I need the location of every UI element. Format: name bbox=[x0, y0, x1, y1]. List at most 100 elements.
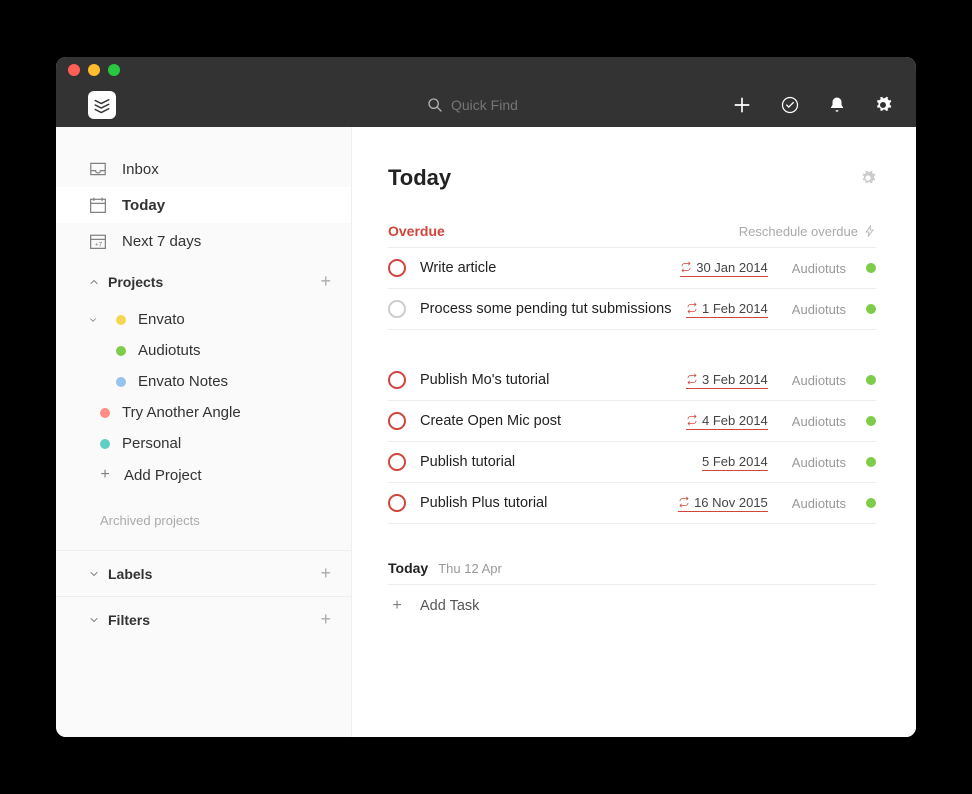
project-label: Personal bbox=[122, 435, 181, 452]
task-due-date[interactable]: 1 Feb 2014 bbox=[686, 301, 768, 318]
today-date: Thu 12 Apr bbox=[438, 561, 502, 576]
sidebar-section-filters[interactable]: Filters + bbox=[56, 596, 351, 642]
task-checkbox[interactable] bbox=[388, 371, 406, 389]
task-title: Create Open Mic post bbox=[420, 413, 672, 429]
sidebar-section-projects[interactable]: Projects + bbox=[56, 259, 351, 304]
recurring-icon bbox=[686, 414, 698, 426]
project-color-dot bbox=[866, 457, 876, 467]
window-titlebar bbox=[56, 57, 916, 83]
project-audiotuts[interactable]: Audiotuts bbox=[56, 335, 351, 366]
task-project-label[interactable]: Audiotuts bbox=[792, 261, 846, 276]
add-project-label: Add Project bbox=[124, 467, 202, 484]
task-row[interactable]: Publish Mo's tutorial 3 Feb 2014 Audiotuts bbox=[388, 360, 876, 401]
task-checkbox[interactable] bbox=[388, 259, 406, 277]
window-maximize-button[interactable] bbox=[108, 64, 120, 76]
sidebar: Inbox Today +7 Next 7 days Projects + bbox=[56, 127, 352, 737]
window-close-button[interactable] bbox=[68, 64, 80, 76]
task-checkbox[interactable] bbox=[388, 412, 406, 430]
recurring-icon bbox=[686, 373, 698, 385]
project-color-dot bbox=[866, 263, 876, 273]
task-row[interactable]: Create Open Mic post 4 Feb 2014 Audiotuts bbox=[388, 401, 876, 442]
nav-next7[interactable]: +7 Next 7 days bbox=[56, 223, 351, 259]
recurring-icon bbox=[686, 302, 698, 314]
project-color-dot bbox=[866, 304, 876, 314]
add-label-icon[interactable]: + bbox=[320, 563, 331, 584]
section-label: Projects bbox=[108, 274, 163, 290]
task-row[interactable]: Publish Plus tutorial 16 Nov 2015 Audiotut… bbox=[388, 483, 876, 524]
task-checkbox[interactable] bbox=[388, 300, 406, 318]
today-section-heading: Today bbox=[388, 560, 428, 576]
svg-text:+7: +7 bbox=[95, 242, 103, 249]
task-due-date[interactable]: 16 Nov 2015 bbox=[678, 495, 768, 512]
task-due-date[interactable]: 4 Feb 2014 bbox=[686, 413, 768, 430]
project-color-dot bbox=[100, 408, 110, 418]
add-project-row[interactable]: + Add Project bbox=[56, 459, 351, 491]
plus-icon: + bbox=[388, 597, 406, 615]
calendar-week-icon: +7 bbox=[88, 232, 108, 250]
app-logo bbox=[88, 91, 116, 119]
recurring-icon bbox=[680, 261, 692, 273]
chevron-down-icon bbox=[88, 568, 108, 580]
project-color-dot bbox=[100, 439, 110, 449]
task-due-date[interactable]: 30 Jan 2014 bbox=[680, 260, 768, 277]
calendar-today-icon bbox=[88, 196, 108, 214]
project-color-dot bbox=[116, 315, 126, 325]
project-label: Try Another Angle bbox=[122, 404, 241, 421]
add-task-icon[interactable] bbox=[732, 95, 752, 115]
nav-inbox[interactable]: Inbox bbox=[56, 151, 351, 187]
task-project-label[interactable]: Audiotuts bbox=[792, 414, 846, 429]
project-color-dot bbox=[866, 416, 876, 426]
reschedule-overdue-button[interactable]: Reschedule overdue bbox=[739, 224, 876, 239]
sidebar-section-labels[interactable]: Labels + bbox=[56, 550, 351, 596]
nav-today[interactable]: Today bbox=[56, 187, 351, 223]
search-input[interactable] bbox=[451, 97, 591, 113]
settings-icon[interactable] bbox=[874, 96, 892, 114]
project-personal[interactable]: Personal bbox=[56, 428, 351, 459]
task-title: Process some pending tut submissions bbox=[420, 301, 672, 317]
nav-label: Today bbox=[122, 197, 165, 214]
section-label: Filters bbox=[108, 612, 150, 628]
archived-projects[interactable]: Archived projects bbox=[56, 491, 351, 550]
task-project-label[interactable]: Audiotuts bbox=[792, 302, 846, 317]
task-checkbox[interactable] bbox=[388, 494, 406, 512]
task-row[interactable]: Process some pending tut submissions 1 Fe… bbox=[388, 289, 876, 330]
task-project-label[interactable]: Audiotuts bbox=[792, 373, 846, 388]
main-content: Today Overdue Reschedule overdue Write a… bbox=[352, 127, 916, 737]
add-task-label: Add Task bbox=[420, 598, 479, 614]
task-checkbox[interactable] bbox=[388, 453, 406, 471]
project-color-dot bbox=[116, 377, 126, 387]
add-task-row[interactable]: + Add Task bbox=[388, 585, 876, 627]
nav-label: Next 7 days bbox=[122, 233, 201, 250]
search-icon bbox=[427, 97, 443, 113]
chevron-down-icon bbox=[88, 614, 108, 626]
recurring-icon bbox=[678, 496, 690, 508]
project-envato-notes[interactable]: Envato Notes bbox=[56, 366, 351, 397]
overdue-heading: Overdue bbox=[388, 223, 445, 239]
task-due-date[interactable]: 3 Feb 2014 bbox=[686, 372, 768, 389]
lightning-icon bbox=[864, 224, 876, 238]
task-project-label[interactable]: Audiotuts bbox=[792, 455, 846, 470]
plus-icon: + bbox=[98, 466, 112, 484]
project-label: Envato bbox=[138, 311, 185, 328]
task-title: Publish Mo's tutorial bbox=[420, 372, 672, 388]
add-project-icon[interactable]: + bbox=[320, 271, 331, 292]
add-filter-icon[interactable]: + bbox=[320, 609, 331, 630]
window-minimize-button[interactable] bbox=[88, 64, 100, 76]
project-label: Envato Notes bbox=[138, 373, 228, 390]
chevron-down-icon bbox=[88, 315, 104, 325]
task-due-date[interactable]: 5 Feb 2014 bbox=[702, 454, 768, 471]
task-project-label[interactable]: Audiotuts bbox=[792, 496, 846, 511]
project-color-dot bbox=[116, 346, 126, 356]
reschedule-label: Reschedule overdue bbox=[739, 224, 858, 239]
task-row[interactable]: Write article30 Jan 2014Audiotuts bbox=[388, 248, 876, 289]
task-title: Publish Plus tutorial bbox=[420, 495, 664, 511]
notifications-icon[interactable] bbox=[828, 96, 846, 114]
project-envato[interactable]: Envato bbox=[56, 304, 351, 335]
task-title: Publish tutorial bbox=[420, 454, 688, 470]
nav-label: Inbox bbox=[122, 161, 159, 178]
project-try-another-angle[interactable]: Try Another Angle bbox=[56, 397, 351, 428]
top-toolbar bbox=[56, 83, 916, 127]
task-row[interactable]: Publish tutorial 5 Feb 2014 Audiotuts bbox=[388, 442, 876, 483]
productivity-icon[interactable] bbox=[780, 95, 800, 115]
view-options-icon[interactable] bbox=[860, 170, 876, 186]
